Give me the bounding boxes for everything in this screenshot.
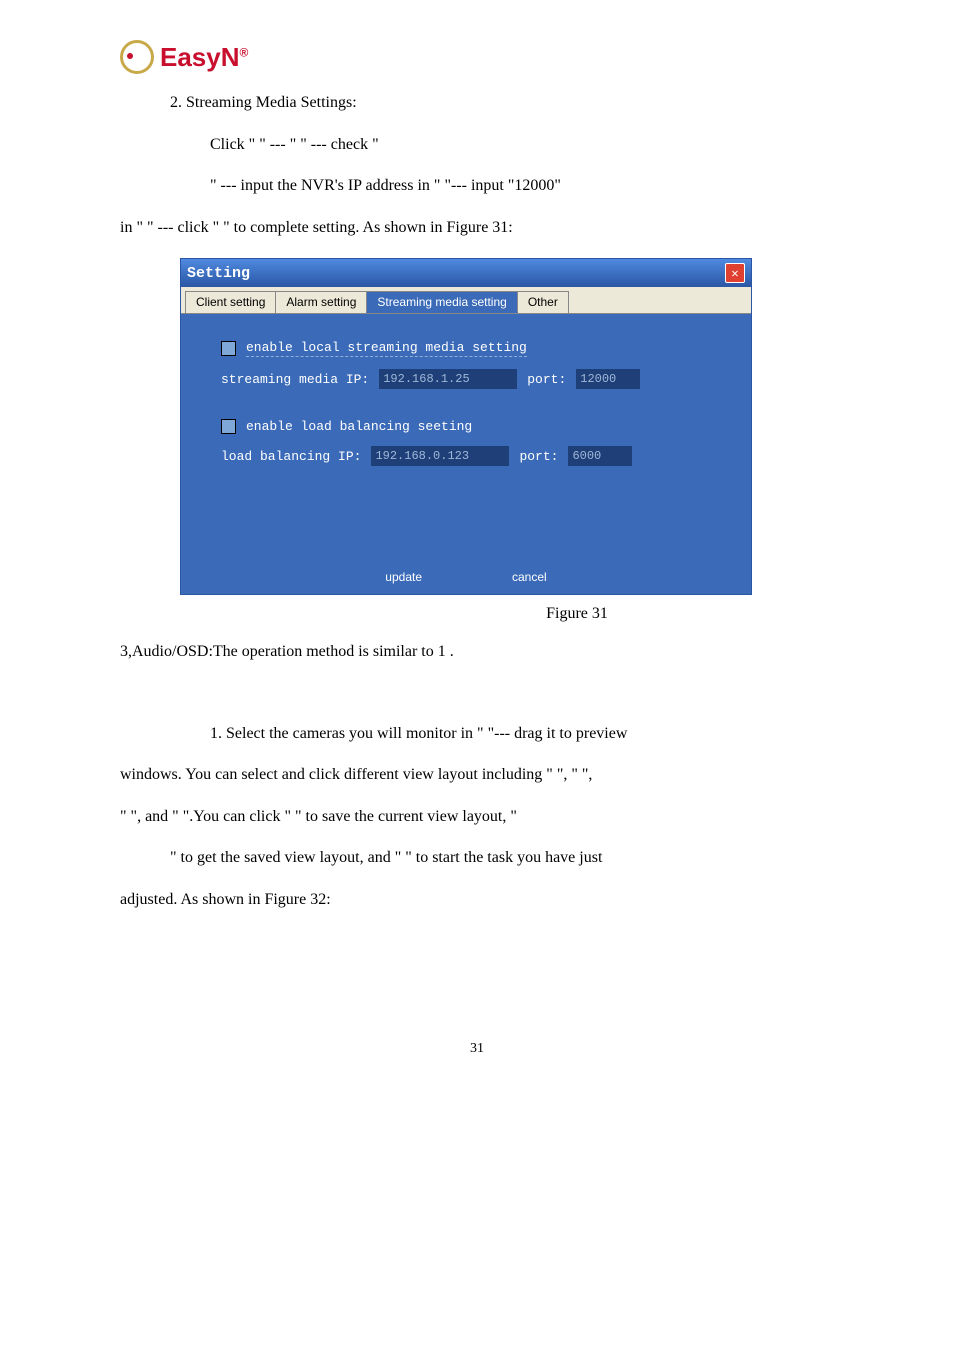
lb-port-input[interactable]	[568, 446, 632, 466]
tab-streaming-media[interactable]: Streaming media setting	[366, 291, 517, 313]
body-line: windows. You can select and click differ…	[120, 754, 834, 796]
figure-caption: Figure 31	[120, 595, 834, 631]
close-icon[interactable]: ✕	[725, 263, 745, 283]
update-button[interactable]: update	[385, 570, 422, 584]
tab-bar: Client setting Alarm setting Streaming m…	[181, 287, 751, 314]
body-line: " ", and " ".You can click " " to save t…	[120, 796, 834, 838]
lb-ip-label: load balancing IP:	[221, 449, 361, 464]
stream-ip-label: streaming media IP:	[221, 372, 369, 387]
body-line: " to get the saved view layout, and " " …	[120, 837, 834, 879]
body-line: 1. Select the cameras you will monitor i…	[120, 713, 834, 755]
page-number: 31	[120, 1041, 834, 1057]
stream-port-input[interactable]	[576, 369, 640, 389]
tab-client-setting[interactable]: Client setting	[185, 291, 276, 313]
stream-ip-input[interactable]	[379, 369, 517, 389]
dialog-titlebar: Setting ✕	[181, 259, 751, 287]
enable-streaming-label: enable local streaming media setting	[246, 340, 527, 357]
dialog-title: Setting	[187, 265, 250, 282]
checkbox-enable-streaming[interactable]	[221, 341, 236, 356]
settings-dialog: Setting ✕ Client setting Alarm setting S…	[180, 258, 834, 595]
port-label: port:	[527, 372, 566, 387]
body-line: 3,Audio/OSD:The operation method is simi…	[120, 631, 834, 673]
body-line: adjusted. As shown in Figure 32:	[120, 879, 834, 921]
logo-text: EasyN®	[160, 42, 248, 73]
section-heading: 2. Streaming Media Settings:	[120, 82, 834, 124]
logo-icon	[120, 40, 154, 74]
logo-reg: ®	[240, 45, 249, 59]
logo-brand: EasyN	[160, 42, 240, 72]
tab-alarm-setting[interactable]: Alarm setting	[275, 291, 367, 313]
body-line: " --- input the NVR's IP address in " "-…	[120, 165, 834, 207]
checkbox-enable-load-balancing[interactable]	[221, 419, 236, 434]
enable-lb-label: enable load balancing seeting	[246, 419, 472, 434]
body-line: Click " " --- " " --- check "	[120, 124, 834, 166]
lb-ip-input[interactable]	[371, 446, 509, 466]
logo: EasyN®	[120, 40, 834, 74]
body-line: in " " --- click " " to complete setting…	[120, 207, 834, 249]
cancel-button[interactable]: cancel	[512, 570, 547, 584]
tab-other[interactable]: Other	[517, 291, 569, 313]
port-label-2: port:	[519, 449, 558, 464]
